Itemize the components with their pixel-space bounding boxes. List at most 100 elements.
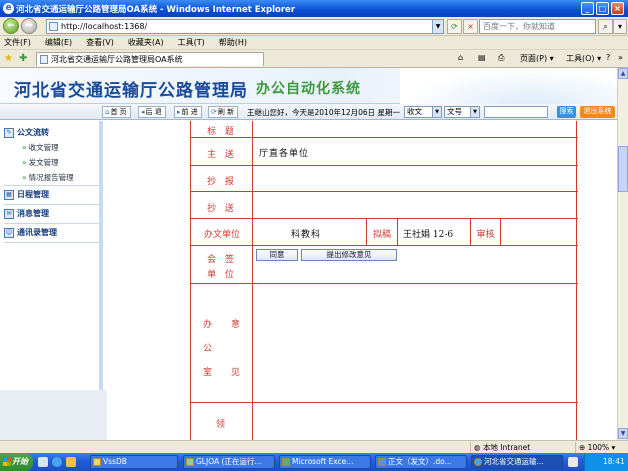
- search-icon[interactable]: ⌕: [598, 19, 613, 34]
- category-select[interactable]: 收文 ▼: [404, 106, 442, 118]
- vertical-scrollbar[interactable]: ▲ ▼: [617, 68, 628, 440]
- more-icon[interactable]: »: [618, 53, 623, 62]
- sidebar-divider: [4, 223, 99, 224]
- folder-icon: [93, 458, 101, 466]
- stop-icon[interactable]: ×: [463, 19, 478, 34]
- start-button[interactable]: 开始: [0, 453, 33, 471]
- tray-expand-icon[interactable]: [568, 457, 578, 467]
- field-select[interactable]: 文号 ▼: [444, 106, 480, 118]
- browser-search-input[interactable]: 百度一下，你就知道: [479, 19, 596, 34]
- taskbar-item-ie[interactable]: 河北省交通运输...: [471, 455, 563, 469]
- address-dropdown-icon[interactable]: ▼: [432, 20, 443, 33]
- refresh-icon[interactable]: ⟳: [447, 19, 462, 34]
- ie-icon: [474, 458, 482, 466]
- taskbar-item-vssdb[interactable]: VssDB: [90, 455, 178, 469]
- sidebar-section-messages[interactable]: ✉ 消息管理: [4, 208, 49, 219]
- taskbar-item-excel[interactable]: Microsoft Exce...: [279, 455, 371, 469]
- label-review: 审核: [476, 230, 495, 240]
- system-tray: 18:41: [584, 453, 628, 471]
- sidebar-divider: [4, 204, 99, 205]
- browser-tab[interactable]: 河北省交通运输厅公路管理局OA系统: [36, 52, 264, 66]
- maximize-button[interactable]: □: [596, 2, 609, 15]
- home-icon[interactable]: ⌂: [458, 53, 463, 62]
- label-cc-send: 抄 送: [207, 204, 237, 214]
- minimize-button[interactable]: _: [581, 2, 594, 15]
- label-office-opinion-3: 公: [203, 344, 216, 354]
- sidebar-section-schedule[interactable]: ▦ 日程管理: [4, 189, 49, 200]
- tools-menu-button[interactable]: 工具(O) ▾: [566, 53, 601, 64]
- taskbar-item-gljoa[interactable]: GLJOA (正在运行...: [183, 455, 275, 469]
- menu-help[interactable]: 帮助(H): [219, 37, 247, 48]
- app-refresh-label: 刷 新: [217, 108, 235, 116]
- app-search-button[interactable]: 搜索: [557, 106, 576, 118]
- field-select-value: 文号: [447, 107, 462, 116]
- chevron-down-icon: ▼: [432, 107, 441, 117]
- sidebar-item-incoming[interactable]: 收文管理: [22, 142, 59, 153]
- menu-view[interactable]: 查看(V): [86, 37, 114, 48]
- excel-icon: [282, 458, 290, 466]
- menu-edit[interactable]: 编辑(E): [45, 37, 72, 48]
- search-placeholder: 百度一下，你就知道: [483, 22, 555, 31]
- help-icon[interactable]: ?: [606, 53, 610, 62]
- sidebar-section-documents[interactable]: ✎ 公文流转: [4, 127, 49, 138]
- browser-forward-button[interactable]: →: [21, 18, 37, 34]
- sidebar-section-contacts[interactable]: ☺ 通讯录管理: [4, 227, 57, 238]
- sidebar-footer: [0, 390, 107, 440]
- label-office-unit: 办文单位: [203, 230, 240, 240]
- security-zone: ◍ 本地 Intranet: [470, 442, 575, 453]
- search-options-icon[interactable]: ▾: [613, 19, 627, 34]
- menu-file[interactable]: 文件(F): [4, 37, 31, 48]
- sidebar-item-outgoing[interactable]: 发文管理: [22, 157, 59, 168]
- folder-quicklaunch-icon[interactable]: [66, 457, 76, 467]
- menu-tools[interactable]: 工具(T): [178, 37, 205, 48]
- agree-button[interactable]: 同意: [256, 249, 298, 261]
- app-back-button[interactable]: ◂ 后 退: [138, 106, 166, 118]
- form-cell-divider: [500, 218, 501, 245]
- app-forward-button[interactable]: ▸ 前 进: [174, 106, 202, 118]
- address-input[interactable]: http://localhost:1368/ ▼: [46, 19, 444, 34]
- feeds-icon[interactable]: ▤: [478, 53, 486, 62]
- sidebar-section-label: 公文流转: [17, 128, 49, 137]
- window-titlebar: e 河北省交通运输厅公路管理局OA系统 - Windows Internet E…: [0, 0, 628, 17]
- home-icon: ⌂: [105, 108, 110, 116]
- app-forward-label: 前 进: [181, 108, 198, 116]
- add-favorite-icon[interactable]: ✚: [19, 53, 27, 64]
- value-office-unit: 科教科: [291, 230, 322, 240]
- zoom-control[interactable]: ⊕ 100% ▾: [575, 442, 628, 453]
- back-arrow-icon: ◂: [141, 108, 145, 116]
- scroll-thumb[interactable]: [618, 146, 628, 192]
- form-rule: [191, 218, 578, 219]
- close-window-button[interactable]: ×: [611, 2, 624, 15]
- scroll-down-icon[interactable]: ▼: [618, 428, 628, 439]
- banner-decoration: [400, 68, 617, 104]
- page-content: 河北省交通运输厅公路管理局 办公自动化系统 ⌂ 首 页 ◂ 后 退 ▸ 前 进 …: [0, 68, 617, 440]
- page-menu-button[interactable]: 页面(P) ▾: [520, 53, 554, 64]
- show-desktop-icon[interactable]: [38, 457, 48, 467]
- scroll-up-icon[interactable]: ▲: [618, 68, 628, 79]
- chevron-down-icon: ▾: [609, 443, 616, 452]
- browser-back-button[interactable]: ←: [3, 18, 19, 34]
- ie-quicklaunch-icon[interactable]: [52, 457, 62, 467]
- clock: 18:41: [603, 457, 625, 466]
- app-home-button[interactable]: ⌂ 首 页: [102, 106, 131, 118]
- label-cc-report: 抄 报: [207, 177, 237, 187]
- app-search-input[interactable]: [484, 106, 548, 118]
- refresh-icon: ⟳: [211, 108, 217, 116]
- greeting-text: 王继山您好，今天是2010年12月06日 星期一: [247, 108, 401, 117]
- message-icon: ✉: [4, 208, 14, 219]
- address-text: http://localhost:1368/: [61, 22, 148, 31]
- label-draft: 拟稿: [372, 230, 391, 240]
- favorites-star-icon[interactable]: ★: [4, 53, 13, 64]
- content-margin: [107, 121, 189, 440]
- windows-logo-icon: [3, 458, 11, 466]
- print-icon[interactable]: ⎙: [498, 53, 504, 63]
- form-rule: [191, 191, 578, 192]
- menu-favorites[interactable]: 收藏夹(A): [128, 37, 164, 48]
- logout-button[interactable]: 退出系统: [580, 106, 615, 118]
- sidebar-section-label: 通讯录管理: [17, 228, 57, 237]
- app-refresh-button[interactable]: ⟳ 刷 新: [208, 106, 239, 118]
- suggest-changes-button[interactable]: 提出修改意见: [301, 249, 397, 261]
- sidebar-item-reports[interactable]: 情况报告管理: [22, 172, 74, 183]
- taskbar-item-word[interactable]: 正文（发文）.do...: [375, 455, 467, 469]
- taskbar: 开始 VssDB GLJOA (正在运行... Microsoft Exce..…: [0, 453, 628, 471]
